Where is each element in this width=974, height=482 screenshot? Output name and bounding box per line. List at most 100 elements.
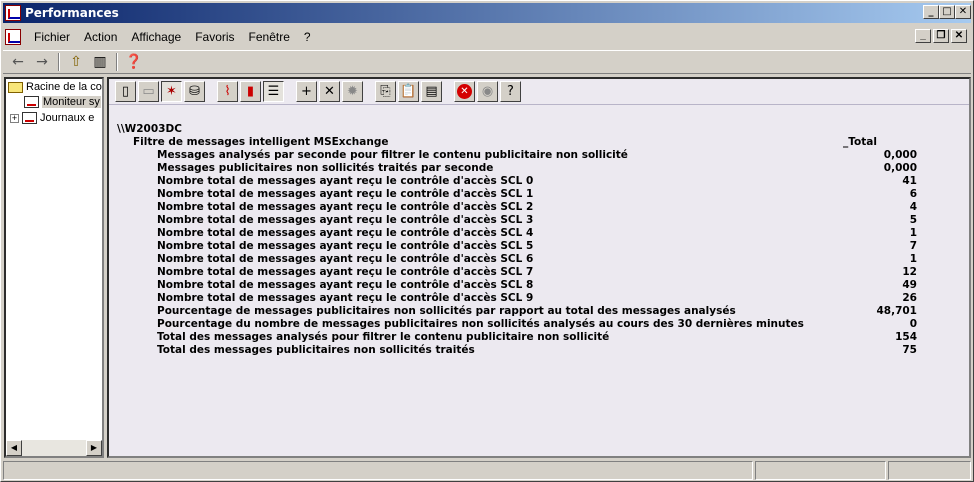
tree-root[interactable]: Racine de la co	[8, 81, 102, 93]
clear-display-icon[interactable]: ▭	[138, 81, 159, 102]
counter-row[interactable]: Nombre total de messages ayant reçu le c…	[157, 266, 917, 279]
help-icon[interactable]: ❓	[123, 52, 145, 72]
counter-value: 49	[902, 279, 917, 291]
counter-row[interactable]: Nombre total de messages ayant reçu le c…	[157, 292, 917, 305]
counter-name: Nombre total de messages ayant reçu le c…	[157, 253, 534, 265]
counter-name: Pourcentage de messages publicitaires no…	[157, 305, 736, 317]
performance-app-icon[interactable]	[5, 5, 21, 21]
counter-name: Nombre total de messages ayant reçu le c…	[157, 201, 534, 213]
view-report-icon[interactable]: ☰	[263, 81, 284, 102]
properties-icon[interactable]: ▤	[421, 81, 442, 102]
main-toolbar: ← → ⇧ ▥ ❓	[3, 50, 971, 74]
tree-item-label: Journaux e	[40, 112, 95, 124]
counter-value: 7	[909, 240, 917, 252]
counter-value: 26	[902, 292, 917, 304]
child-window-icon[interactable]	[5, 29, 21, 45]
highlight-icon[interactable]: ✹	[342, 81, 363, 102]
counter-value: 48,701	[876, 305, 917, 317]
child-minimize-button[interactable]: _	[915, 29, 931, 43]
maximize-button[interactable]: □	[939, 5, 955, 19]
forward-arrow-icon[interactable]: →	[31, 52, 53, 72]
menu-bar: Fichier Action Affichage Favoris Fenêtre…	[3, 26, 971, 48]
tree-root-label: Racine de la co	[26, 81, 102, 93]
menu-action[interactable]: Action	[77, 30, 124, 44]
counter-row[interactable]: Total des messages publicitaires non sol…	[157, 344, 917, 357]
back-arrow-icon[interactable]: ←	[7, 52, 29, 72]
status-bar	[3, 461, 971, 480]
update-data-icon[interactable]: ◉	[477, 81, 498, 102]
add-counter-icon[interactable]: +	[296, 81, 317, 102]
menu-fenetre[interactable]: Fenêtre	[242, 30, 297, 44]
scroll-left-icon[interactable]: ◀	[6, 440, 22, 456]
counter-name: Nombre total de messages ayant reçu le c…	[157, 279, 534, 291]
expand-icon[interactable]: +	[10, 113, 19, 123]
new-counter-set-icon[interactable]: ▯	[115, 81, 136, 102]
tree-item-logs[interactable]: + Journaux e	[10, 112, 94, 124]
counter-name: Messages analysés par seconde pour filtr…	[157, 149, 628, 161]
menu-affichage[interactable]: Affichage	[124, 30, 188, 44]
up-level-icon[interactable]: ⇧	[65, 52, 87, 72]
counter-row[interactable]: Nombre total de messages ayant reçu le c…	[157, 240, 917, 253]
monitor-toolbar: ▯ ▭ ✶ ⛁ ⌇ ▮ ☰ + ✕ ✹ ⎘ 📋 ▤ ✕ ◉ ?	[109, 79, 969, 105]
menu-fichier[interactable]: Fichier	[27, 30, 77, 44]
performance-object-name: Filtre de messages intelligent MSExchang…	[133, 136, 389, 148]
toolbar-separator	[58, 53, 60, 71]
counter-value: 75	[902, 344, 917, 356]
counter-row[interactable]: Nombre total de messages ayant reçu le c…	[157, 227, 917, 240]
paste-counter-list-icon[interactable]: 📋	[398, 81, 419, 102]
counter-row[interactable]: Nombre total de messages ayant reçu le c…	[157, 253, 917, 266]
counter-name: Nombre total de messages ayant reçu le c…	[157, 292, 534, 304]
counter-value: 1	[909, 253, 917, 265]
counter-value: 1	[909, 227, 917, 239]
counter-row[interactable]: Nombre total de messages ayant reçu le c…	[157, 188, 917, 201]
title-bar[interactable]: Performances _ □ ✕	[3, 3, 971, 23]
counter-name: Pourcentage du nombre de messages public…	[157, 318, 804, 330]
status-cell-3	[888, 461, 971, 480]
counter-row[interactable]: Pourcentage du nombre de messages public…	[157, 318, 917, 331]
child-close-button[interactable]: ✕	[951, 29, 967, 43]
menu-help[interactable]: ?	[297, 30, 318, 44]
monitor-help-icon[interactable]: ?	[500, 81, 521, 102]
counter-value: 0	[909, 318, 917, 330]
counter-row[interactable]: Nombre total de messages ayant reçu le c…	[157, 214, 917, 227]
counter-value: 41	[902, 175, 917, 187]
tree-item-system-monitor[interactable]: Moniteur sy	[24, 96, 101, 108]
delete-counter-icon[interactable]: ✕	[319, 81, 340, 102]
counter-name: Messages publicitaires non sollicités tr…	[157, 162, 494, 174]
view-histogram-icon[interactable]: ▮	[240, 81, 261, 102]
tree-item-label: Moniteur sy	[42, 96, 101, 108]
show-hide-tree-icon[interactable]: ▥	[89, 52, 111, 72]
horizontal-scrollbar[interactable]: ◀ ▶	[6, 440, 102, 456]
view-graph-icon[interactable]: ⌇	[217, 81, 238, 102]
counter-name: Nombre total de messages ayant reçu le c…	[157, 175, 534, 187]
counter-value: 12	[902, 266, 917, 278]
counter-row[interactable]: Pourcentage de messages publicitaires no…	[157, 305, 917, 318]
minimize-button[interactable]: _	[923, 5, 939, 19]
system-monitor-pane: ▯ ▭ ✶ ⛁ ⌇ ▮ ☰ + ✕ ✹ ⎘ 📋 ▤ ✕ ◉ ? \\W2003D…	[107, 77, 971, 458]
counter-value: 154	[895, 331, 917, 343]
counter-row[interactable]: Messages analysés par seconde pour filtr…	[157, 149, 917, 162]
logs-icon	[22, 112, 37, 124]
instance-header: _Total	[843, 136, 877, 148]
window-title: Performances	[25, 6, 119, 20]
counter-row[interactable]: Nombre total de messages ayant reçu le c…	[157, 279, 917, 292]
status-cell-2	[755, 461, 886, 480]
copy-properties-icon[interactable]: ⎘	[375, 81, 396, 102]
counter-row[interactable]: Total des messages analysés pour filtrer…	[157, 331, 917, 344]
menu-favoris[interactable]: Favoris	[188, 30, 241, 44]
counter-row[interactable]: Messages publicitaires non sollicités tr…	[157, 162, 917, 175]
close-button[interactable]: ✕	[955, 5, 971, 19]
counter-row[interactable]: Nombre total de messages ayant reçu le c…	[157, 201, 917, 214]
folder-icon	[8, 81, 23, 93]
counter-name: Nombre total de messages ayant reçu le c…	[157, 227, 534, 239]
counter-value: 0,000	[883, 162, 917, 174]
scroll-right-icon[interactable]: ▶	[86, 440, 102, 456]
counter-name: Total des messages publicitaires non sol…	[157, 344, 475, 356]
counter-row[interactable]: Nombre total de messages ayant reçu le c…	[157, 175, 917, 188]
current-activity-icon[interactable]: ✶	[161, 81, 182, 102]
freeze-display-icon[interactable]: ✕	[454, 81, 475, 102]
machine-name: \\W2003DC	[117, 123, 182, 135]
counter-name: Nombre total de messages ayant reçu le c…	[157, 188, 534, 200]
view-log-data-icon[interactable]: ⛁	[184, 81, 205, 102]
child-restore-button[interactable]: ❐	[933, 29, 949, 43]
